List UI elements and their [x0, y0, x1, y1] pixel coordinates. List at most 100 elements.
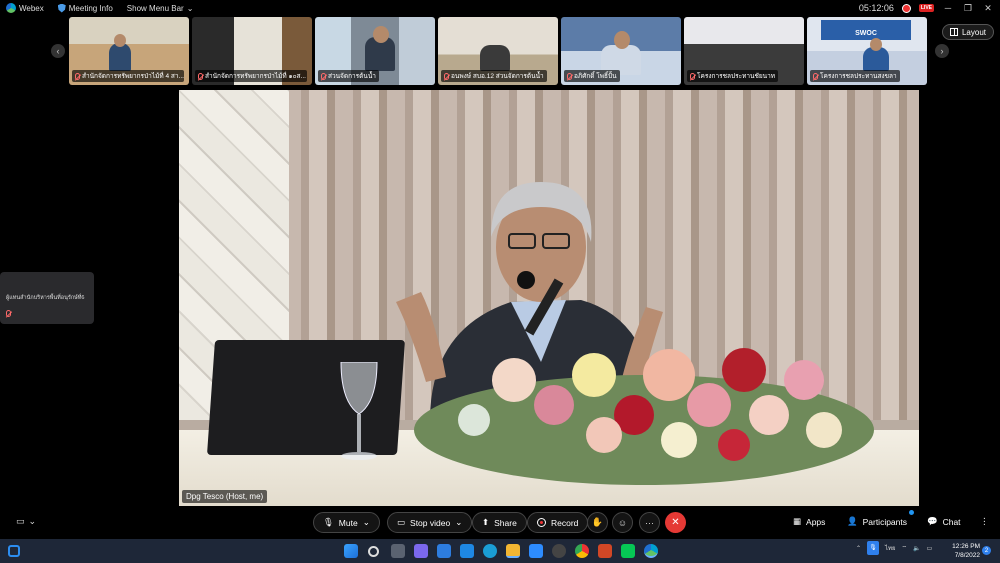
stop-video-button[interactable]: ▭ Stop video ⌄: [387, 512, 473, 533]
dropbox-icon[interactable]: [460, 544, 474, 558]
main-video-name-tag: Dpg Tesco (Host, me): [182, 490, 268, 503]
participant-name: อนพงษ์ สบอ.12 ส่วนจัดการต้นน้ำ: [451, 73, 544, 80]
taskbar-clock[interactable]: 12:26 PM 7/8/2022: [948, 542, 980, 560]
microphone-in-use-icon[interactable]: 🎙: [867, 541, 880, 555]
participant-name: ส่วนจัดการต้นน้ำ: [328, 73, 376, 80]
file-explorer-icon[interactable]: [506, 544, 520, 558]
swoc-banner: SWOC: [821, 20, 911, 40]
edge-icon[interactable]: [483, 544, 497, 558]
task-view-icon[interactable]: [391, 544, 405, 558]
start-icon[interactable]: [344, 544, 358, 558]
participant-video-tile[interactable]: สำนักจัดการทรัพยากรป่าไม้ที่ ๑๐ส...: [192, 17, 312, 85]
muted-mic-icon: [6, 310, 11, 317]
mute-label: Mute: [338, 517, 358, 528]
title-bar: Webex Meeting Info Show Menu Bar ⌄ 05:12…: [0, 0, 1000, 16]
powerpoint-icon[interactable]: [598, 544, 612, 558]
shield-icon: [57, 3, 66, 13]
participants-notification-dot: [909, 510, 914, 515]
wifi-icon[interactable]: ⌔: [902, 544, 908, 552]
more-panels-button[interactable]: ⋮: [980, 516, 989, 527]
participant-name: สำนักจัดการทรัพยากรป่าไม้ที่ ๑๐ส...: [205, 73, 306, 80]
captions-button[interactable]: ▭ ⌄: [16, 516, 36, 527]
more-icon: ···: [645, 517, 654, 528]
layout-button[interactable]: Layout: [941, 24, 994, 40]
zoom-icon[interactable]: [529, 544, 543, 558]
meeting-info-button[interactable]: Meeting Info: [57, 3, 113, 13]
side-participant-tile[interactable]: ผู้แทนสำนักบริหารพื้นที่อนุรักษ์ที่6: [0, 272, 94, 324]
windows-taskbar: [0, 539, 1000, 563]
previous-page-button[interactable]: ‹: [51, 44, 65, 58]
participant-name: อภิศักดิ์ โพธิ์ปั้น: [574, 73, 617, 80]
apps-label: Apps: [806, 516, 826, 527]
close-icon: ✕: [671, 517, 680, 528]
person-icon: 👤: [847, 516, 858, 526]
mute-button[interactable]: 🎙 Mute ⌄: [313, 512, 380, 533]
muted-mic-icon: [444, 72, 449, 80]
main-video-stage[interactable]: Dpg Tesco (Host, me): [179, 90, 919, 506]
widgets-icon[interactable]: [8, 545, 20, 557]
participant-video-tile[interactable]: อนพงษ์ สบอ.12 ส่วนจัดการต้นน้ำ: [438, 17, 558, 85]
chevron-right-icon: ›: [940, 46, 944, 56]
participant-video-tile[interactable]: ส่วนจัดการต้นน้ำ: [315, 17, 435, 85]
mail-icon[interactable]: [437, 544, 451, 558]
participant-name: โครงการชลประทานสงขลา: [820, 73, 897, 80]
side-participant-name: ผู้แทนสำนักบริหารพื้นที่อนุรักษ์ที่6: [6, 295, 85, 301]
obs-icon[interactable]: [552, 544, 566, 558]
webex-taskbar-icon[interactable]: [644, 544, 658, 558]
share-button[interactable]: ⬆ Share: [472, 512, 527, 533]
chat-icon: 💬: [927, 516, 938, 526]
chrome-icon[interactable]: [575, 544, 589, 558]
apps-button[interactable]: ▦ Apps: [793, 516, 825, 527]
flower-arrangement: [414, 348, 874, 485]
record-label: Record: [551, 517, 579, 528]
muted-mic-icon: [690, 72, 695, 80]
reactions-button[interactable]: ☺: [612, 512, 633, 533]
recording-icon: [901, 3, 911, 13]
notification-badge[interactable]: 2: [982, 546, 991, 555]
participant-video-tile[interactable]: อภิศักดิ์ โพธิ์ปั้น: [561, 17, 681, 85]
participants-button[interactable]: 👤 Participants: [847, 516, 907, 527]
record-button[interactable]: Record: [527, 512, 589, 533]
participant-video-tile[interactable]: สำนักจัดการทรัพยากรป่าไม้ที่ 4 สา...: [69, 17, 189, 85]
teams-chat-icon[interactable]: [414, 544, 428, 558]
webex-app-menu[interactable]: Webex: [6, 3, 44, 13]
chevron-up-icon[interactable]: ⌃: [856, 545, 861, 552]
chat-button[interactable]: 💬 Chat: [927, 516, 961, 527]
volume-icon[interactable]: 🔈: [913, 545, 920, 552]
share-label: Share: [494, 517, 517, 528]
participants-label: Participants: [862, 516, 908, 527]
captions-icon: ▭: [16, 516, 25, 526]
muted-mic-icon: [321, 72, 326, 80]
close-button[interactable]: ✕: [982, 3, 994, 14]
participant-video-tile[interactable]: SWOC โครงการชลประทานสงขลา: [807, 17, 927, 85]
live-badge: LIVE: [918, 4, 934, 12]
record-icon: [537, 518, 546, 527]
next-page-button[interactable]: ›: [935, 44, 949, 58]
end-meeting-button[interactable]: ✕: [665, 512, 686, 533]
app-name: Webex: [19, 3, 44, 13]
more-options-button[interactable]: ···: [639, 512, 660, 533]
show-menu-bar-button[interactable]: Show Menu Bar ⌄: [127, 4, 194, 13]
chevron-down-icon: ⌄: [455, 517, 463, 527]
meeting-info-label: Meeting Info: [68, 3, 113, 13]
more-vertical-icon: ⋮: [980, 516, 989, 526]
minimize-button[interactable]: ─: [942, 3, 954, 13]
emoji-icon: ☺: [617, 517, 628, 528]
participant-video-tile[interactable]: โครงการชลประทานชัยนาท: [684, 17, 804, 85]
chevron-left-icon: ‹: [56, 46, 60, 56]
battery-icon[interactable]: ▭: [927, 545, 933, 552]
raise-hand-button[interactable]: ✋: [587, 512, 608, 533]
layout-label: Layout: [961, 27, 986, 37]
video-camera-icon: ▭: [397, 517, 406, 527]
chevron-down-icon: ⌄: [186, 3, 194, 13]
participant-name: โครงการชลประทานชัยนาท: [697, 73, 776, 80]
language-indicator[interactable]: ไทย: [885, 543, 896, 553]
meeting-timer: 05:12:06: [858, 3, 894, 13]
line-icon[interactable]: [621, 544, 635, 558]
muted-mic-icon: [813, 72, 818, 80]
chevron-down-icon: ⌄: [28, 516, 37, 526]
share-icon: ⬆: [482, 517, 490, 527]
muted-mic-icon: [75, 72, 80, 80]
restore-button[interactable]: ❐: [962, 3, 974, 14]
search-icon[interactable]: [368, 546, 379, 557]
